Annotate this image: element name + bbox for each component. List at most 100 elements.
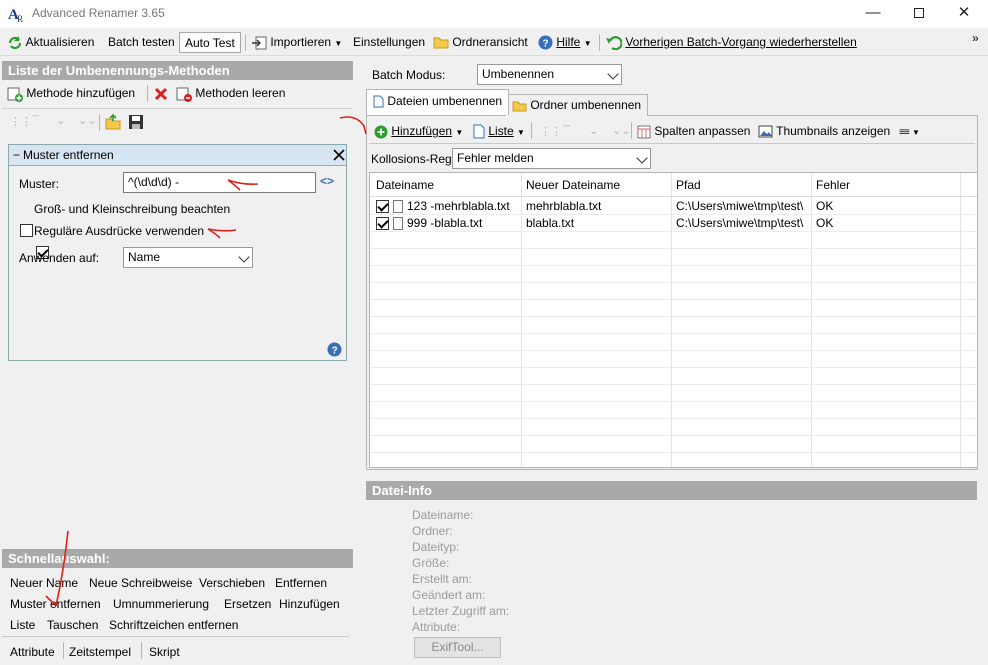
fit-columns-label: Spalten anpassen: [654, 124, 751, 138]
help-menu-button[interactable]: ? Hilfe ▼: [538, 32, 592, 53]
quick-item[interactable]: Skript: [149, 645, 180, 659]
row-checkbox[interactable]: [376, 217, 389, 231]
toolbar-overflow-button[interactable]: »: [972, 28, 979, 49]
tab-rename-files-label: Dateien umbenennen: [387, 94, 503, 108]
dropdown-arrow-icon: ▼: [455, 128, 464, 137]
clear-methods-label: Methoden leeren: [195, 86, 286, 100]
row-divider: [370, 435, 977, 436]
case-sensitive-checkbox[interactable]: [20, 224, 33, 238]
batch-test-label: Batch testen: [108, 35, 175, 49]
quick-item[interactable]: Neuer Name: [10, 576, 78, 590]
refresh-button[interactable]: Aktualisieren: [7, 32, 94, 53]
quick-select-panel: Neuer Name Neue Schreibweise Verschieben…: [2, 569, 353, 665]
row-divider: [370, 265, 977, 266]
restore-batch-button[interactable]: Vorherigen Batch-Vorgang wiederherstelle…: [606, 32, 857, 53]
quick-item[interactable]: Zeitstempel: [69, 645, 131, 659]
view-mode-button[interactable]: ≡≡ ▼: [899, 121, 920, 142]
quick-item[interactable]: Schriftzeichen entfernen: [109, 618, 238, 632]
move-bottom-icon: ⌄⌄: [78, 115, 97, 127]
auto-test-toggle[interactable]: Auto Test: [179, 32, 241, 53]
code-tags-icon[interactable]: <>: [320, 174, 334, 188]
svg-text:?: ?: [543, 39, 549, 50]
toolbar-divider: [631, 122, 632, 139]
quick-item[interactable]: Entfernen: [275, 576, 327, 590]
folder-icon: [433, 37, 449, 49]
import-menu-button[interactable]: Importieren ▼: [252, 32, 342, 53]
quick-item[interactable]: Ersetzen: [224, 597, 271, 611]
help-icon: ?: [538, 35, 553, 50]
dropdown-arrow-icon: ▼: [583, 39, 592, 48]
maximize-button[interactable]: [896, 0, 942, 28]
column-header-error[interactable]: Fehler: [816, 178, 850, 192]
collision-rule-select[interactable]: Fehler melden: [452, 148, 651, 169]
exiftool-button[interactable]: ExifTool...: [414, 637, 501, 658]
quick-item[interactable]: Neue Schreibweise: [89, 576, 192, 590]
add-files-label: Hinzufügen: [391, 124, 453, 138]
path-cell: C:\Users\miwe\tmp\test\: [676, 199, 804, 213]
list-menu-button[interactable]: Liste ▼: [473, 121, 525, 142]
show-thumbnails-button[interactable]: Thumbnails anzeigen: [758, 121, 890, 142]
error-cell: OK: [816, 199, 834, 213]
fit-columns-button[interactable]: Spalten anpassen: [637, 121, 750, 142]
toolbar-divider: [599, 34, 600, 51]
tab-rename-files[interactable]: Dateien umbenennen: [366, 89, 510, 115]
quick-item[interactable]: Muster entfernen: [10, 597, 101, 611]
move-up-icon: ˆˆ: [563, 124, 571, 136]
quick-item[interactable]: Hinzufügen: [279, 597, 340, 611]
list-view-icon: ≡≡: [899, 127, 910, 138]
quick-item[interactable]: Liste: [10, 618, 35, 632]
apply-to-value: Name: [128, 250, 161, 264]
info-label-created: Erstellt am:: [412, 572, 473, 586]
delete-method-button[interactable]: [154, 83, 168, 104]
delete-x-icon: [154, 87, 168, 100]
quick-select-title: Schnellauswahl:: [8, 551, 110, 566]
method-panel-header: − Muster entfernen: [9, 145, 433, 166]
row-divider: [370, 333, 977, 334]
chevron-down-icon: [607, 68, 619, 80]
settings-button[interactable]: Einstellungen: [353, 32, 425, 53]
file-info-header: Datei-Info: [366, 481, 977, 500]
minimize-button[interactable]: —: [850, 0, 896, 28]
remove-method-icon[interactable]: [333, 149, 345, 161]
title-bar: A R Advanced Renamer 3.65 — ✕: [0, 0, 988, 28]
apply-to-select[interactable]: Name: [123, 247, 253, 268]
add-method-label: Methode hinzufügen: [26, 86, 136, 100]
tab-rename-folders[interactable]: Ordner umbenennen: [505, 94, 649, 116]
folder-view-button[interactable]: Ordneransicht: [433, 32, 528, 53]
close-button[interactable]: ✕: [941, 0, 987, 28]
column-header-filename[interactable]: Dateiname: [376, 178, 434, 192]
quick-item[interactable]: Umnummerierung: [113, 597, 209, 611]
collapse-icon[interactable]: −: [13, 145, 20, 165]
file-icon: [373, 95, 384, 108]
add-files-button[interactable]: Hinzufügen ▼: [374, 121, 463, 142]
quick-item[interactable]: Attribute: [10, 645, 55, 659]
column-header-path[interactable]: Pfad: [676, 178, 701, 192]
move-bottom-icon: ⌄⌄: [612, 125, 631, 137]
add-method-button[interactable]: Methode hinzufügen: [7, 83, 135, 104]
row-checkbox[interactable]: [376, 200, 389, 214]
add-circle-icon: [374, 125, 388, 139]
info-label-filetype: Dateityp:: [412, 540, 460, 554]
files-grid: Dateiname Neuer Dateiname Pfad Fehler 12…: [369, 172, 978, 468]
pattern-input[interactable]: ^(\d\d\d) -: [123, 172, 316, 193]
quick-item[interactable]: Tauschen: [47, 618, 98, 632]
clear-methods-button[interactable]: Methoden leeren: [176, 83, 285, 104]
new-filename-cell: blabla.txt: [526, 216, 575, 230]
quick-item[interactable]: Verschieben: [199, 576, 265, 590]
move-down-icon: ⌄: [56, 115, 66, 127]
open-preset-icon[interactable]: [105, 114, 121, 130]
dropdown-arrow-icon: ▼: [912, 128, 920, 137]
toolbar-divider: [99, 114, 100, 131]
help-icon[interactable]: ?: [327, 342, 342, 357]
column-header-new-filename[interactable]: Neuer Dateiname: [526, 178, 620, 192]
import-label: Importieren: [270, 35, 332, 49]
quick-divider-vertical: [63, 642, 64, 659]
info-label-size: Größe:: [412, 556, 450, 570]
table-row[interactable]: 123 -mehrblabla.txt mehrblabla.txt C:\Us…: [370, 197, 977, 214]
app-logo-icon: A R: [8, 7, 23, 23]
batch-mode-select[interactable]: Umbenennen: [477, 64, 622, 85]
save-preset-icon[interactable]: [128, 114, 144, 130]
table-row[interactable]: 999 -blabla.txt blabla.txt C:\Users\miwe…: [370, 214, 977, 231]
row-divider: [370, 418, 977, 419]
batch-test-button[interactable]: Batch testen: [108, 32, 175, 53]
